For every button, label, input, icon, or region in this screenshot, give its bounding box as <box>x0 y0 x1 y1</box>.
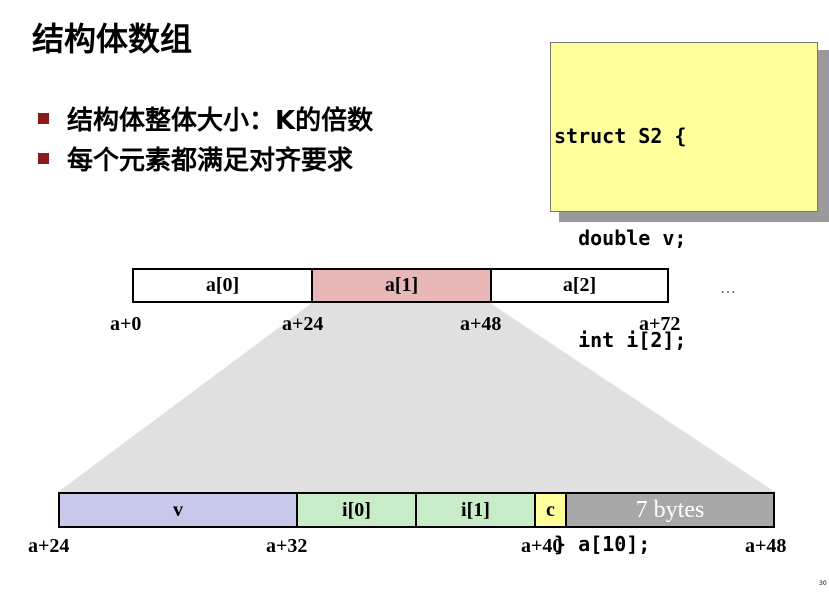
slide-number: 30 <box>819 580 827 587</box>
address-label: a+48 <box>745 535 787 557</box>
array-cell-a1: a[1] <box>311 268 492 303</box>
address-label: a+72 <box>639 313 681 335</box>
field-cell-label: c <box>546 498 555 521</box>
array-cell-a2: a[2] <box>490 268 669 303</box>
address-label: a+48 <box>460 313 502 335</box>
field-cell-i1: i[1] <box>415 492 536 528</box>
padding-cell-label: 7 bytes <box>635 496 705 523</box>
field-cell-c: c <box>534 492 567 528</box>
address-label: a+24 <box>28 535 70 557</box>
address-label: a+32 <box>266 535 308 557</box>
field-cell-label: i[1] <box>461 498 490 521</box>
field-cell-i0: i[0] <box>296 492 417 528</box>
address-label: a+0 <box>110 313 142 335</box>
padding-cell: 7 bytes <box>565 492 775 528</box>
array-cell-label: a[1] <box>384 274 419 296</box>
array-cell-a0: a[0] <box>132 268 313 303</box>
field-cell-label: v <box>173 498 183 521</box>
array-cell-label: a[2] <box>562 274 597 296</box>
field-cell-label: i[0] <box>342 498 371 521</box>
address-label: a+24 <box>282 313 324 335</box>
more-ellipsis: … <box>720 280 736 297</box>
field-cell-v: v <box>58 492 298 528</box>
address-label: a+40 <box>521 535 563 557</box>
array-cell-label: a[0] <box>205 274 240 296</box>
